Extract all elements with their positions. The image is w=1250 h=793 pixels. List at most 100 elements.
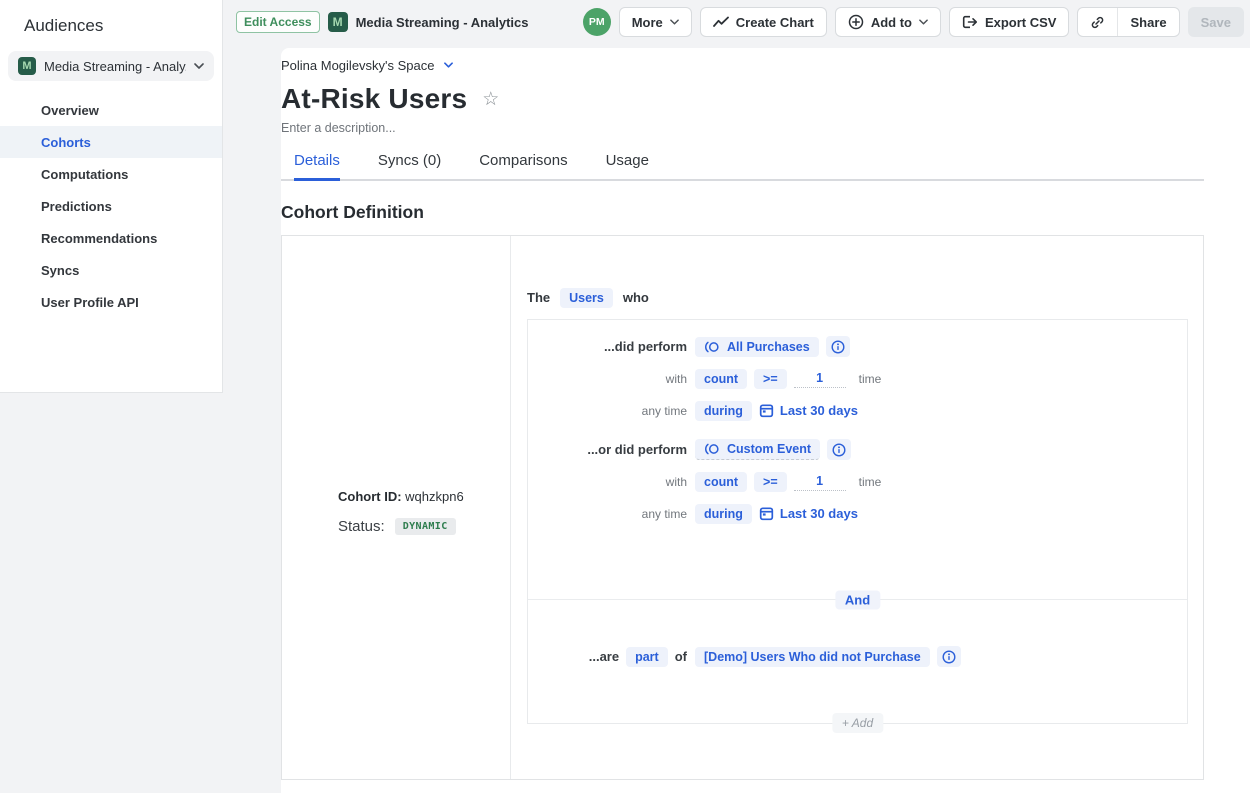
- date-range-selector[interactable]: Last 30 days: [759, 403, 858, 418]
- event-name: Custom Event: [727, 442, 811, 456]
- cohort-id-row: Cohort ID: wqhzkpn6: [338, 489, 464, 504]
- event-selector[interactable]: Custom Event: [695, 439, 820, 460]
- save-button[interactable]: Save: [1188, 7, 1244, 37]
- count-value-input[interactable]: 1: [794, 369, 846, 388]
- add-filter-button[interactable]: + Add: [832, 713, 883, 733]
- tab-comparisons[interactable]: Comparisons: [479, 152, 567, 179]
- date-range-selector[interactable]: Last 30 days: [759, 506, 858, 521]
- workspace-label: Media Streaming - Analy...: [44, 59, 186, 74]
- with-label: with: [528, 475, 687, 489]
- cohort-status-row: Status: DYNAMIC: [338, 518, 456, 535]
- event-prefix: ...or did perform: [528, 442, 687, 457]
- anytime-label: any time: [528, 404, 687, 418]
- event-filter-row: ...did perform All Purchases: [528, 336, 1187, 357]
- timeframe-mode-selector[interactable]: during: [695, 504, 752, 524]
- sidebar-nav: Overview Cohorts Computations Prediction…: [0, 94, 222, 318]
- sidebar-item-predictions[interactable]: Predictions: [0, 190, 222, 222]
- status-label: Status:: [338, 518, 385, 535]
- metric-selector[interactable]: count: [695, 472, 747, 492]
- membership-mode-selector[interactable]: part: [626, 647, 668, 667]
- sidebar-item-recommendations[interactable]: Recommendations: [0, 222, 222, 254]
- operator-selector[interactable]: >=: [754, 472, 787, 492]
- cohort-definition-panel: Cohort ID: wqhzkpn6 Status: DYNAMIC The …: [281, 235, 1204, 780]
- sidebar-item-syncs[interactable]: Syncs: [0, 254, 222, 286]
- main-content: Polina Mogilevsky's Space At-Risk Users …: [281, 48, 1204, 780]
- count-value-input[interactable]: 1: [794, 472, 846, 491]
- chevron-down-icon: [670, 19, 679, 25]
- create-chart-label: Create Chart: [736, 15, 814, 30]
- cohort-builder-pane: The Users who ...did perform: [511, 236, 1203, 779]
- operator-selector[interactable]: >=: [754, 369, 787, 389]
- timeframe-row: any time during Last 30 days: [528, 503, 1187, 524]
- add-to-button[interactable]: Add to: [835, 7, 941, 37]
- title-row: At-Risk Users ☆: [281, 83, 1204, 115]
- sidebar-item-computations[interactable]: Computations: [0, 158, 222, 190]
- and-operator-chip[interactable]: And: [835, 591, 880, 610]
- cohort-selector[interactable]: [Demo] Users Who did not Purchase: [695, 647, 930, 667]
- share-button[interactable]: Share: [1118, 8, 1178, 36]
- topbar: Edit Access M Media Streaming - Analytic…: [224, 0, 1250, 44]
- membership-prefix: ...are: [589, 649, 619, 664]
- event-filter-row: ...or did perform Custom Event: [528, 439, 1187, 460]
- sidebar-item-cohorts[interactable]: Cohorts: [0, 126, 222, 158]
- avatar[interactable]: PM: [583, 8, 611, 36]
- chevron-down-icon: [444, 62, 453, 68]
- behavior-filter-section: ...did perform All Purchases: [528, 320, 1187, 599]
- event-selector[interactable]: All Purchases: [695, 337, 819, 357]
- sidebar-item-user-profile-api[interactable]: User Profile API: [0, 286, 222, 318]
- subject-suffix: who: [623, 290, 649, 305]
- subject-selector[interactable]: Users: [560, 288, 613, 308]
- star-icon[interactable]: ☆: [482, 90, 499, 109]
- anytime-label: any time: [528, 507, 687, 521]
- share-button-group: Share: [1077, 7, 1179, 37]
- cohort-id-value: wqhzkpn6: [405, 489, 464, 504]
- unit-label: time: [859, 372, 882, 386]
- tab-usage[interactable]: Usage: [606, 152, 649, 179]
- count-condition-row: with count >= 1 time: [528, 471, 1187, 492]
- topbar-actions: PM More Create Chart Add to: [583, 7, 1244, 37]
- export-csv-label: Export CSV: [985, 15, 1057, 30]
- calendar-icon: [759, 506, 774, 521]
- calendar-icon: [759, 403, 774, 418]
- cohort-id-label: Cohort ID:: [338, 489, 402, 504]
- workspace-selector[interactable]: M Media Streaming - Analy...: [8, 51, 214, 81]
- plus-circle-icon: [848, 14, 864, 30]
- chevron-down-icon: [194, 63, 204, 69]
- edit-access-badge[interactable]: Edit Access: [236, 11, 320, 33]
- date-range-label: Last 30 days: [780, 403, 858, 418]
- copy-link-button[interactable]: [1078, 8, 1117, 36]
- line-chart-icon: [713, 16, 729, 28]
- sidebar-item-overview[interactable]: Overview: [0, 94, 222, 126]
- timeframe-mode-selector[interactable]: during: [695, 401, 752, 421]
- create-chart-button[interactable]: Create Chart: [700, 7, 827, 37]
- event-icon: [704, 442, 721, 456]
- project-name: Media Streaming - Analytics: [356, 15, 529, 30]
- page-title[interactable]: At-Risk Users: [281, 83, 467, 115]
- unit-label: time: [859, 475, 882, 489]
- tab-details[interactable]: Details: [294, 152, 340, 181]
- info-icon[interactable]: [827, 439, 851, 460]
- breadcrumb[interactable]: Polina Mogilevsky's Space: [281, 56, 1204, 74]
- add-to-label: Add to: [871, 15, 912, 30]
- metric-selector[interactable]: count: [695, 369, 747, 389]
- export-icon: [962, 15, 978, 29]
- more-button[interactable]: More: [619, 7, 692, 37]
- cohort-definition-heading: Cohort Definition: [281, 202, 1204, 223]
- event-name: All Purchases: [727, 340, 810, 354]
- chevron-down-icon: [919, 19, 928, 25]
- cohort-meta-pane: Cohort ID: wqhzkpn6 Status: DYNAMIC: [282, 236, 511, 779]
- tab-bar: Details Syncs (0) Comparisons Usage: [281, 152, 1204, 181]
- tab-syncs[interactable]: Syncs (0): [378, 152, 441, 179]
- info-icon[interactable]: [937, 646, 961, 667]
- export-csv-button[interactable]: Export CSV: [949, 7, 1070, 37]
- audiences-sidebar: Audiences M Media Streaming - Analy... O…: [0, 0, 223, 393]
- membership-label: ...are part of: [528, 647, 687, 667]
- breadcrumb-label: Polina Mogilevsky's Space: [281, 58, 435, 73]
- description-placeholder[interactable]: Enter a description...: [281, 121, 1204, 135]
- info-icon[interactable]: [826, 336, 850, 357]
- membership-row: ...are part of [Demo] Users Who did not …: [528, 646, 1187, 667]
- count-condition-row: with count >= 1 time: [528, 368, 1187, 389]
- timeframe-row: any time during Last 30 days: [528, 400, 1187, 421]
- more-button-label: More: [632, 15, 663, 30]
- membership-filter-section: And ...are part of [Demo] Users Who did …: [528, 599, 1187, 723]
